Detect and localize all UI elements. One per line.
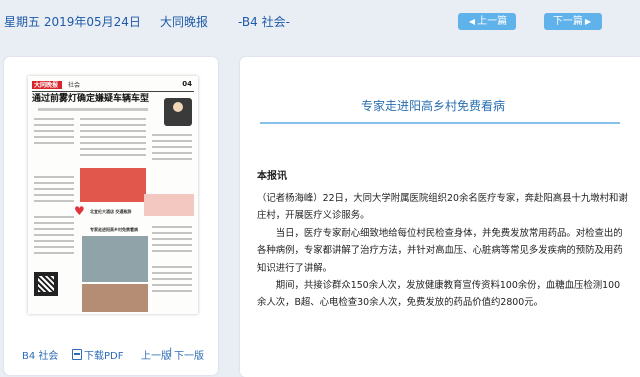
thumbnail-caption: 北宜伦大酒店 交通致辞	[90, 209, 132, 214]
footer-separator: |	[169, 347, 173, 358]
arrow-right-icon: ▶	[584, 17, 592, 26]
thumbnail-photo	[82, 284, 148, 312]
thumbnail-text-line	[152, 250, 192, 252]
thumbnail-text-line	[34, 240, 74, 242]
thumbnail-caption: 专家走进阳高乡村免费看病	[90, 227, 138, 232]
thumbnail-text-line	[80, 136, 146, 138]
page-thumbnail-card: 大同晚报 社会 04 通过前雾灯确定嫌疑车辆车型 ♥ 北宜伦大酒店 交通致辞 专…	[4, 57, 218, 375]
next-article-label: 下一篇	[552, 16, 583, 27]
thumbnail-text-line	[80, 130, 146, 132]
thumbnail-footer: B4 社会 下载PDF 上一版 | 下一版	[4, 347, 218, 363]
thumbnail-text-line	[80, 142, 146, 144]
thumbnail-text-line	[34, 246, 74, 248]
thumbnail-text-line	[152, 140, 192, 142]
thumbnail-text-line	[34, 222, 74, 224]
pdf-icon	[72, 349, 82, 360]
thumbnail-text-line	[34, 234, 74, 236]
article-title: 专家走进阳高乡村免费看病	[360, 99, 505, 113]
thumbnail-text-line	[34, 130, 74, 132]
thumbnail-text-line	[34, 216, 74, 218]
page-section: -B4 社会-	[238, 15, 290, 29]
next-page-link[interactable]: 下一版	[174, 347, 204, 362]
prev-article-button[interactable]: ◀ 上一篇	[458, 13, 516, 30]
thumbnail-rule	[32, 91, 194, 92]
article-paragraph: 当日，医疗专家耐心细致地给每位村民检查身体，并免费发放常用药品。对检查出的各种病…	[257, 227, 623, 274]
thumbnail-photo	[82, 236, 148, 282]
article-body: （记者杨海峰）22日，大同大学附属医院组织20余名医疗专家，奔赴阳高县十九墩村和…	[257, 190, 629, 312]
thumbnail-text-line	[34, 194, 74, 196]
article-lead: 本报讯	[257, 171, 287, 182]
download-pdf-link[interactable]: 下载PDF	[72, 347, 123, 362]
prev-page-link[interactable]: 上一版	[141, 347, 171, 362]
article-paragraph: 期间，共接诊群众150余人次，发放健康教育宣传资料100余份，血糖血压检测100…	[257, 280, 621, 309]
newspaper-name: 大同晚报	[160, 15, 209, 29]
thumbnail-text-line	[34, 200, 74, 202]
police-illustration-icon	[164, 98, 192, 126]
prev-article-label: 上一篇	[477, 16, 508, 27]
thumbnail-headline: 通过前雾灯确定嫌疑车辆车型	[32, 94, 150, 104]
thumbnail-text-line	[152, 226, 192, 228]
heart-icon: ♥	[74, 204, 85, 218]
thumbnail-text-line	[152, 134, 192, 136]
thumbnail-text-line	[152, 278, 192, 280]
title-divider	[260, 122, 620, 124]
thumbnail-text-line	[152, 284, 192, 286]
thumbnail-text-line	[152, 146, 192, 148]
thumbnail-text-line	[152, 152, 192, 154]
thumbnail-pink-block	[144, 194, 194, 216]
next-article-button[interactable]: 下一篇 ▶	[544, 13, 602, 30]
arrow-left-icon: ◀	[468, 17, 476, 26]
thumbnail-text-line	[34, 136, 74, 138]
thumbnail-text-line	[34, 188, 74, 190]
thumbnail-text-line	[152, 272, 192, 274]
thumbnail-subline	[38, 108, 148, 111]
thumbnail-page-number: 04	[182, 80, 192, 88]
article-paragraph: （记者杨海峰）22日，大同大学附属医院组织20余名医疗专家，奔赴阳高县十九墩村和…	[257, 193, 628, 222]
thumbnail-text-line	[152, 266, 192, 268]
thumbnail-text-line	[34, 252, 74, 254]
thumbnail-text-line	[34, 182, 74, 184]
thumbnail-text-line	[80, 118, 146, 120]
thumbnail-red-block	[80, 168, 146, 202]
thumbnail-text-line	[152, 244, 192, 246]
thumbnail-text-line	[152, 238, 192, 240]
thumbnail-text-line	[34, 176, 74, 178]
top-bar: 星期五 2019年05月24日 大同晚报 -B4 社会- ◀ 上一篇 下一篇 ▶	[0, 0, 640, 44]
qr-code-icon	[34, 272, 58, 296]
thumbnail-text-line	[34, 142, 74, 144]
footer-section: B4 社会	[22, 351, 59, 362]
thumbnail-text-line	[152, 290, 192, 292]
issue-date: 星期五 2019年05月24日	[4, 15, 141, 29]
thumbnail-section: 社会	[68, 82, 81, 89]
thumbnail-text-line	[80, 154, 146, 156]
download-pdf-label: 下载PDF	[84, 351, 124, 362]
thumbnail-text-line	[152, 232, 192, 234]
thumbnail-text-line	[80, 124, 146, 126]
thumbnail-text-line	[80, 148, 146, 150]
thumbnail-text-line	[34, 124, 74, 126]
article-card: 专家走进阳高乡村免费看病 本报讯 （记者杨海峰）22日，大同大学附属医院组织20…	[240, 57, 640, 377]
newspaper-page-thumbnail[interactable]: 大同晚报 社会 04 通过前雾灯确定嫌疑车辆车型 ♥ 北宜伦大酒店 交通致辞 专…	[28, 76, 198, 314]
thumbnail-text-line	[34, 118, 74, 120]
thumbnail-text-line	[34, 228, 74, 230]
thumbnail-text-line	[152, 158, 192, 160]
logo-text: 大同晚报	[34, 82, 59, 89]
